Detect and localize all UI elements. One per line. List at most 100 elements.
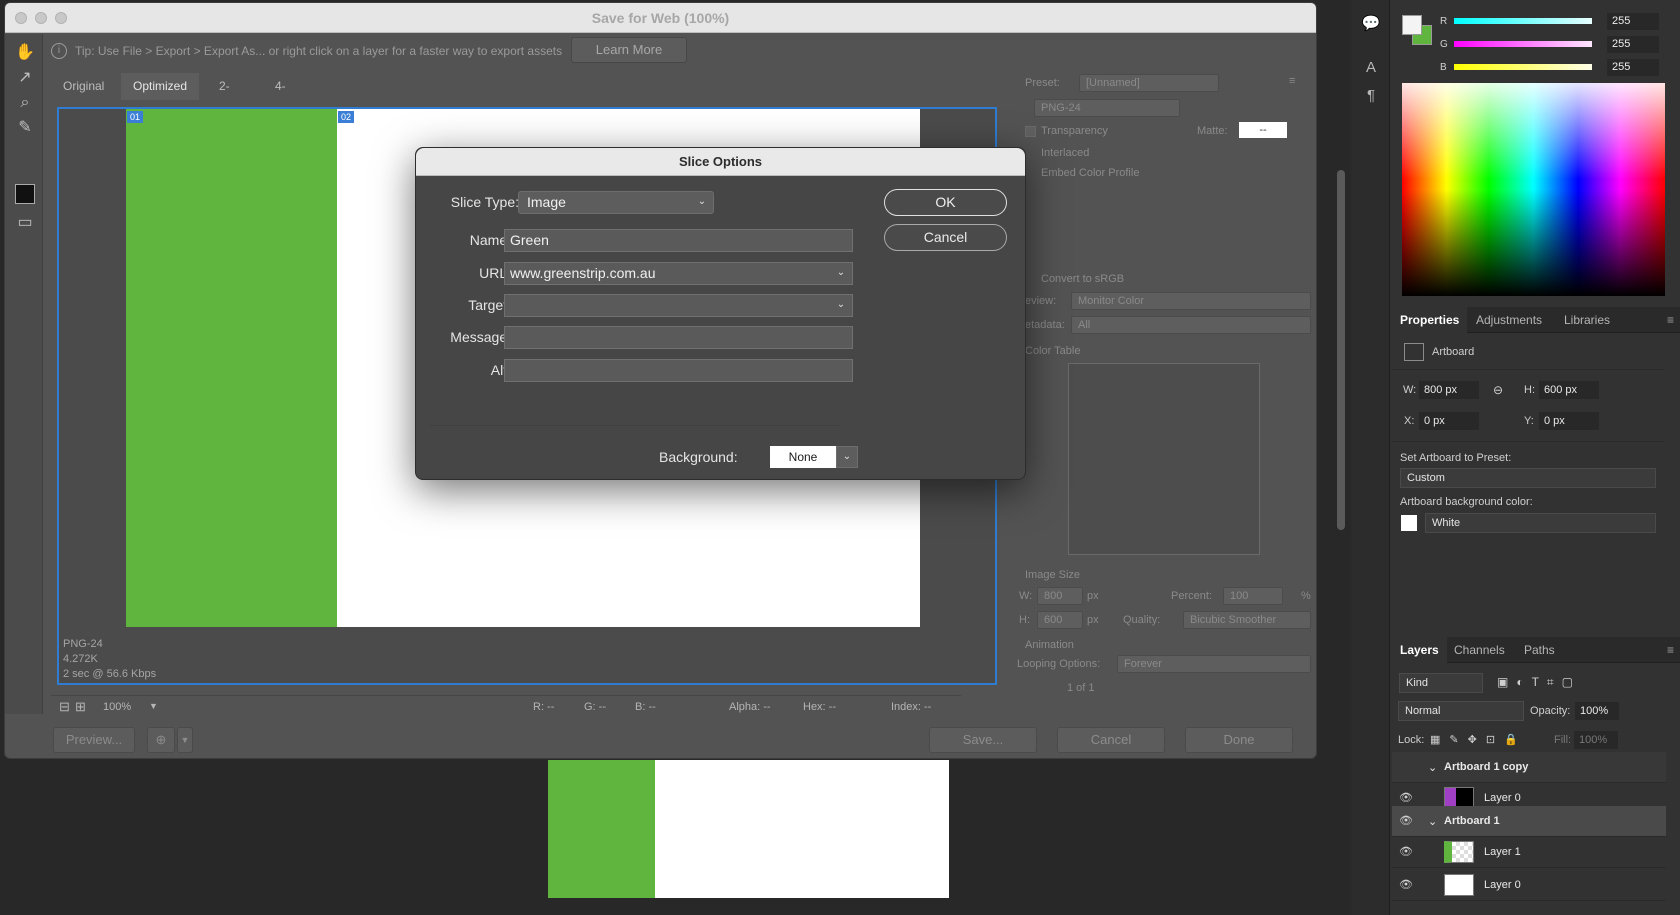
dialog-cancel-button[interactable]: Cancel — [884, 224, 1007, 251]
ok-button[interactable]: OK — [884, 189, 1007, 216]
artboard-width-input[interactable]: 800 px — [1419, 381, 1479, 399]
cancel-button[interactable]: Cancel — [1057, 727, 1165, 753]
layer-row[interactable]: 👁 Layer 0 — [1392, 870, 1666, 901]
layer-filter-dropdown[interactable]: Kind — [1399, 673, 1483, 693]
alt-field[interactable] — [504, 359, 853, 382]
green-value[interactable]: 255 — [1607, 36, 1659, 53]
animation-label: Animation — [1025, 639, 1074, 651]
visibility-eye-icon[interactable]: 👁 — [1399, 879, 1413, 891]
visibility-eye-icon[interactable]: 👁 — [1399, 815, 1413, 827]
divider — [1392, 441, 1664, 442]
tab-properties[interactable]: Properties — [1392, 307, 1468, 333]
transparency-checkbox[interactable] — [1025, 126, 1036, 137]
artboard-bg-dropdown[interactable]: White — [1425, 513, 1656, 533]
image-width-input[interactable]: 800 — [1037, 587, 1083, 605]
panel-menu-icon[interactable]: ≡ — [1667, 313, 1674, 327]
tab-channels[interactable]: Channels — [1446, 637, 1513, 663]
convert-srgb-label: Convert to sRGB — [1041, 273, 1125, 285]
layer-row[interactable]: 👁 Layer 1 — [1392, 837, 1666, 868]
artboard-height-input[interactable]: 600 px — [1539, 381, 1599, 399]
url-field[interactable]: www.greenstrip.com.au ⌄ — [504, 262, 853, 285]
tab-2-up[interactable]: 2-Up — [207, 73, 246, 120]
format-dropdown[interactable]: PNG-24 — [1034, 99, 1180, 117]
width-unit: px — [1087, 590, 1099, 602]
red-value[interactable]: 255 — [1607, 13, 1659, 30]
target-field[interactable]: ⌄ — [504, 294, 853, 317]
hand-tool-icon[interactable]: ✋ — [14, 42, 36, 64]
red-slider[interactable] — [1454, 18, 1592, 24]
tab-adjustments[interactable]: Adjustments — [1468, 307, 1550, 333]
visibility-eye-icon[interactable]: 👁 — [1399, 792, 1413, 804]
readout-hex: Hex: -- — [803, 701, 836, 713]
preset-menu-icon[interactable]: ≡ — [1289, 75, 1295, 87]
preview-format: PNG-24 — [63, 638, 103, 650]
height-unit: px — [1087, 614, 1099, 626]
expand-arrow-icon[interactable]: ⌄ — [1428, 761, 1437, 774]
panel-menu-icon[interactable]: ≡ — [1667, 643, 1674, 657]
artboard-bg-swatch[interactable] — [1401, 515, 1417, 531]
comment-icon[interactable]: 💬 — [1361, 14, 1381, 34]
quality-label: Quality: — [1123, 614, 1161, 626]
preview-button[interactable]: Preview... — [53, 727, 135, 753]
eyedropper-tool-icon[interactable]: ✎ — [14, 117, 36, 139]
tab-libraries[interactable]: Libraries — [1556, 307, 1618, 333]
matte-swatch[interactable]: -- — [1239, 122, 1287, 138]
browser-preview-icon[interactable]: ⊕ — [147, 727, 175, 753]
artboard-y-input[interactable]: 0 px — [1539, 412, 1599, 430]
background-dropdown[interactable]: None — [770, 446, 836, 468]
slice-select-tool-icon[interactable]: ↗ — [14, 67, 36, 89]
blue-slider[interactable] — [1454, 64, 1592, 70]
layer-name: Artboard 1 copy — [1444, 761, 1529, 773]
layer-filter-icons[interactable]: ▣◐T⌗▢ — [1497, 675, 1581, 690]
eyedropper-color-swatch[interactable] — [15, 184, 35, 204]
done-button[interactable]: Done — [1185, 727, 1293, 753]
percent-input[interactable]: 100 — [1223, 587, 1283, 605]
preset-dropdown[interactable]: [Unnamed] — [1079, 74, 1219, 92]
layer-row[interactable]: 👁 ⌄ Artboard 1 — [1392, 806, 1666, 837]
preview-green-slice[interactable] — [126, 109, 337, 627]
blue-value[interactable]: 255 — [1607, 59, 1659, 76]
save-button[interactable]: Save... — [929, 727, 1037, 753]
looping-dropdown[interactable]: Forever — [1117, 655, 1311, 673]
image-height-input[interactable]: 600 — [1037, 611, 1083, 629]
artboard-preset-dropdown[interactable]: Custom — [1400, 468, 1656, 488]
chevron-down-icon[interactable]: ⌄ — [836, 446, 858, 468]
green-slider[interactable] — [1454, 41, 1592, 47]
tab-paths[interactable]: Paths — [1516, 637, 1563, 663]
artboard-x-input[interactable]: 0 px — [1419, 412, 1479, 430]
tab-layers[interactable]: Layers — [1392, 637, 1447, 663]
visibility-eye-icon[interactable]: 👁 — [1399, 846, 1413, 858]
tab-optimized[interactable]: Optimized — [121, 73, 200, 100]
tab-4-up[interactable]: 4-Up — [263, 73, 302, 120]
fill-input[interactable]: 100% — [1574, 731, 1618, 749]
layer-thumbnail — [1444, 874, 1474, 896]
zoom-out-icon[interactable]: ⊟ — [59, 699, 70, 715]
opacity-input[interactable]: 100% — [1575, 702, 1619, 720]
browser-dropdown-icon[interactable]: ▼ — [177, 727, 193, 753]
toggle-slices-icon[interactable]: ▭ — [14, 212, 36, 234]
link-icon[interactable]: ⊖ — [1493, 383, 1503, 397]
artboard-x-label: X: — [1404, 415, 1415, 427]
name-field[interactable]: Green — [504, 229, 853, 252]
paragraph-icon[interactable]: ¶ — [1361, 86, 1381, 106]
foreground-color-swatch[interactable] — [1402, 15, 1422, 35]
character-icon[interactable]: A — [1361, 58, 1381, 78]
metadata-dropdown[interactable]: All — [1071, 316, 1311, 334]
preview-mode-dropdown[interactable]: Monitor Color — [1071, 292, 1311, 310]
workspace-scrollbar[interactable] — [1337, 170, 1345, 530]
expand-arrow-icon[interactable]: ⌄ — [1428, 815, 1437, 828]
alt-label: Alt: — [490, 362, 511, 378]
learn-more-button[interactable]: Learn More — [571, 37, 687, 63]
layer-row[interactable]: ⌄ Artboard 1 copy — [1392, 752, 1666, 783]
zoom-tool-icon[interactable]: ⌕ — [14, 92, 36, 114]
slice-type-dropdown[interactable]: Image ⌄ — [518, 191, 714, 214]
quality-dropdown[interactable]: Bicubic Smoother — [1183, 611, 1311, 629]
zoom-level[interactable]: 100% — [103, 701, 131, 713]
blend-mode-dropdown[interactable]: Normal — [1398, 701, 1524, 721]
message-field[interactable] — [504, 326, 853, 349]
zoom-in-icon[interactable]: ⊞ — [75, 699, 86, 715]
tab-original[interactable]: Original — [51, 73, 116, 100]
zoom-dropdown-icon[interactable]: ▼ — [149, 701, 158, 711]
metadata-label: etadata: — [1025, 319, 1065, 331]
lock-icons[interactable]: ▦✎✥⊡🔒 — [1430, 733, 1527, 746]
